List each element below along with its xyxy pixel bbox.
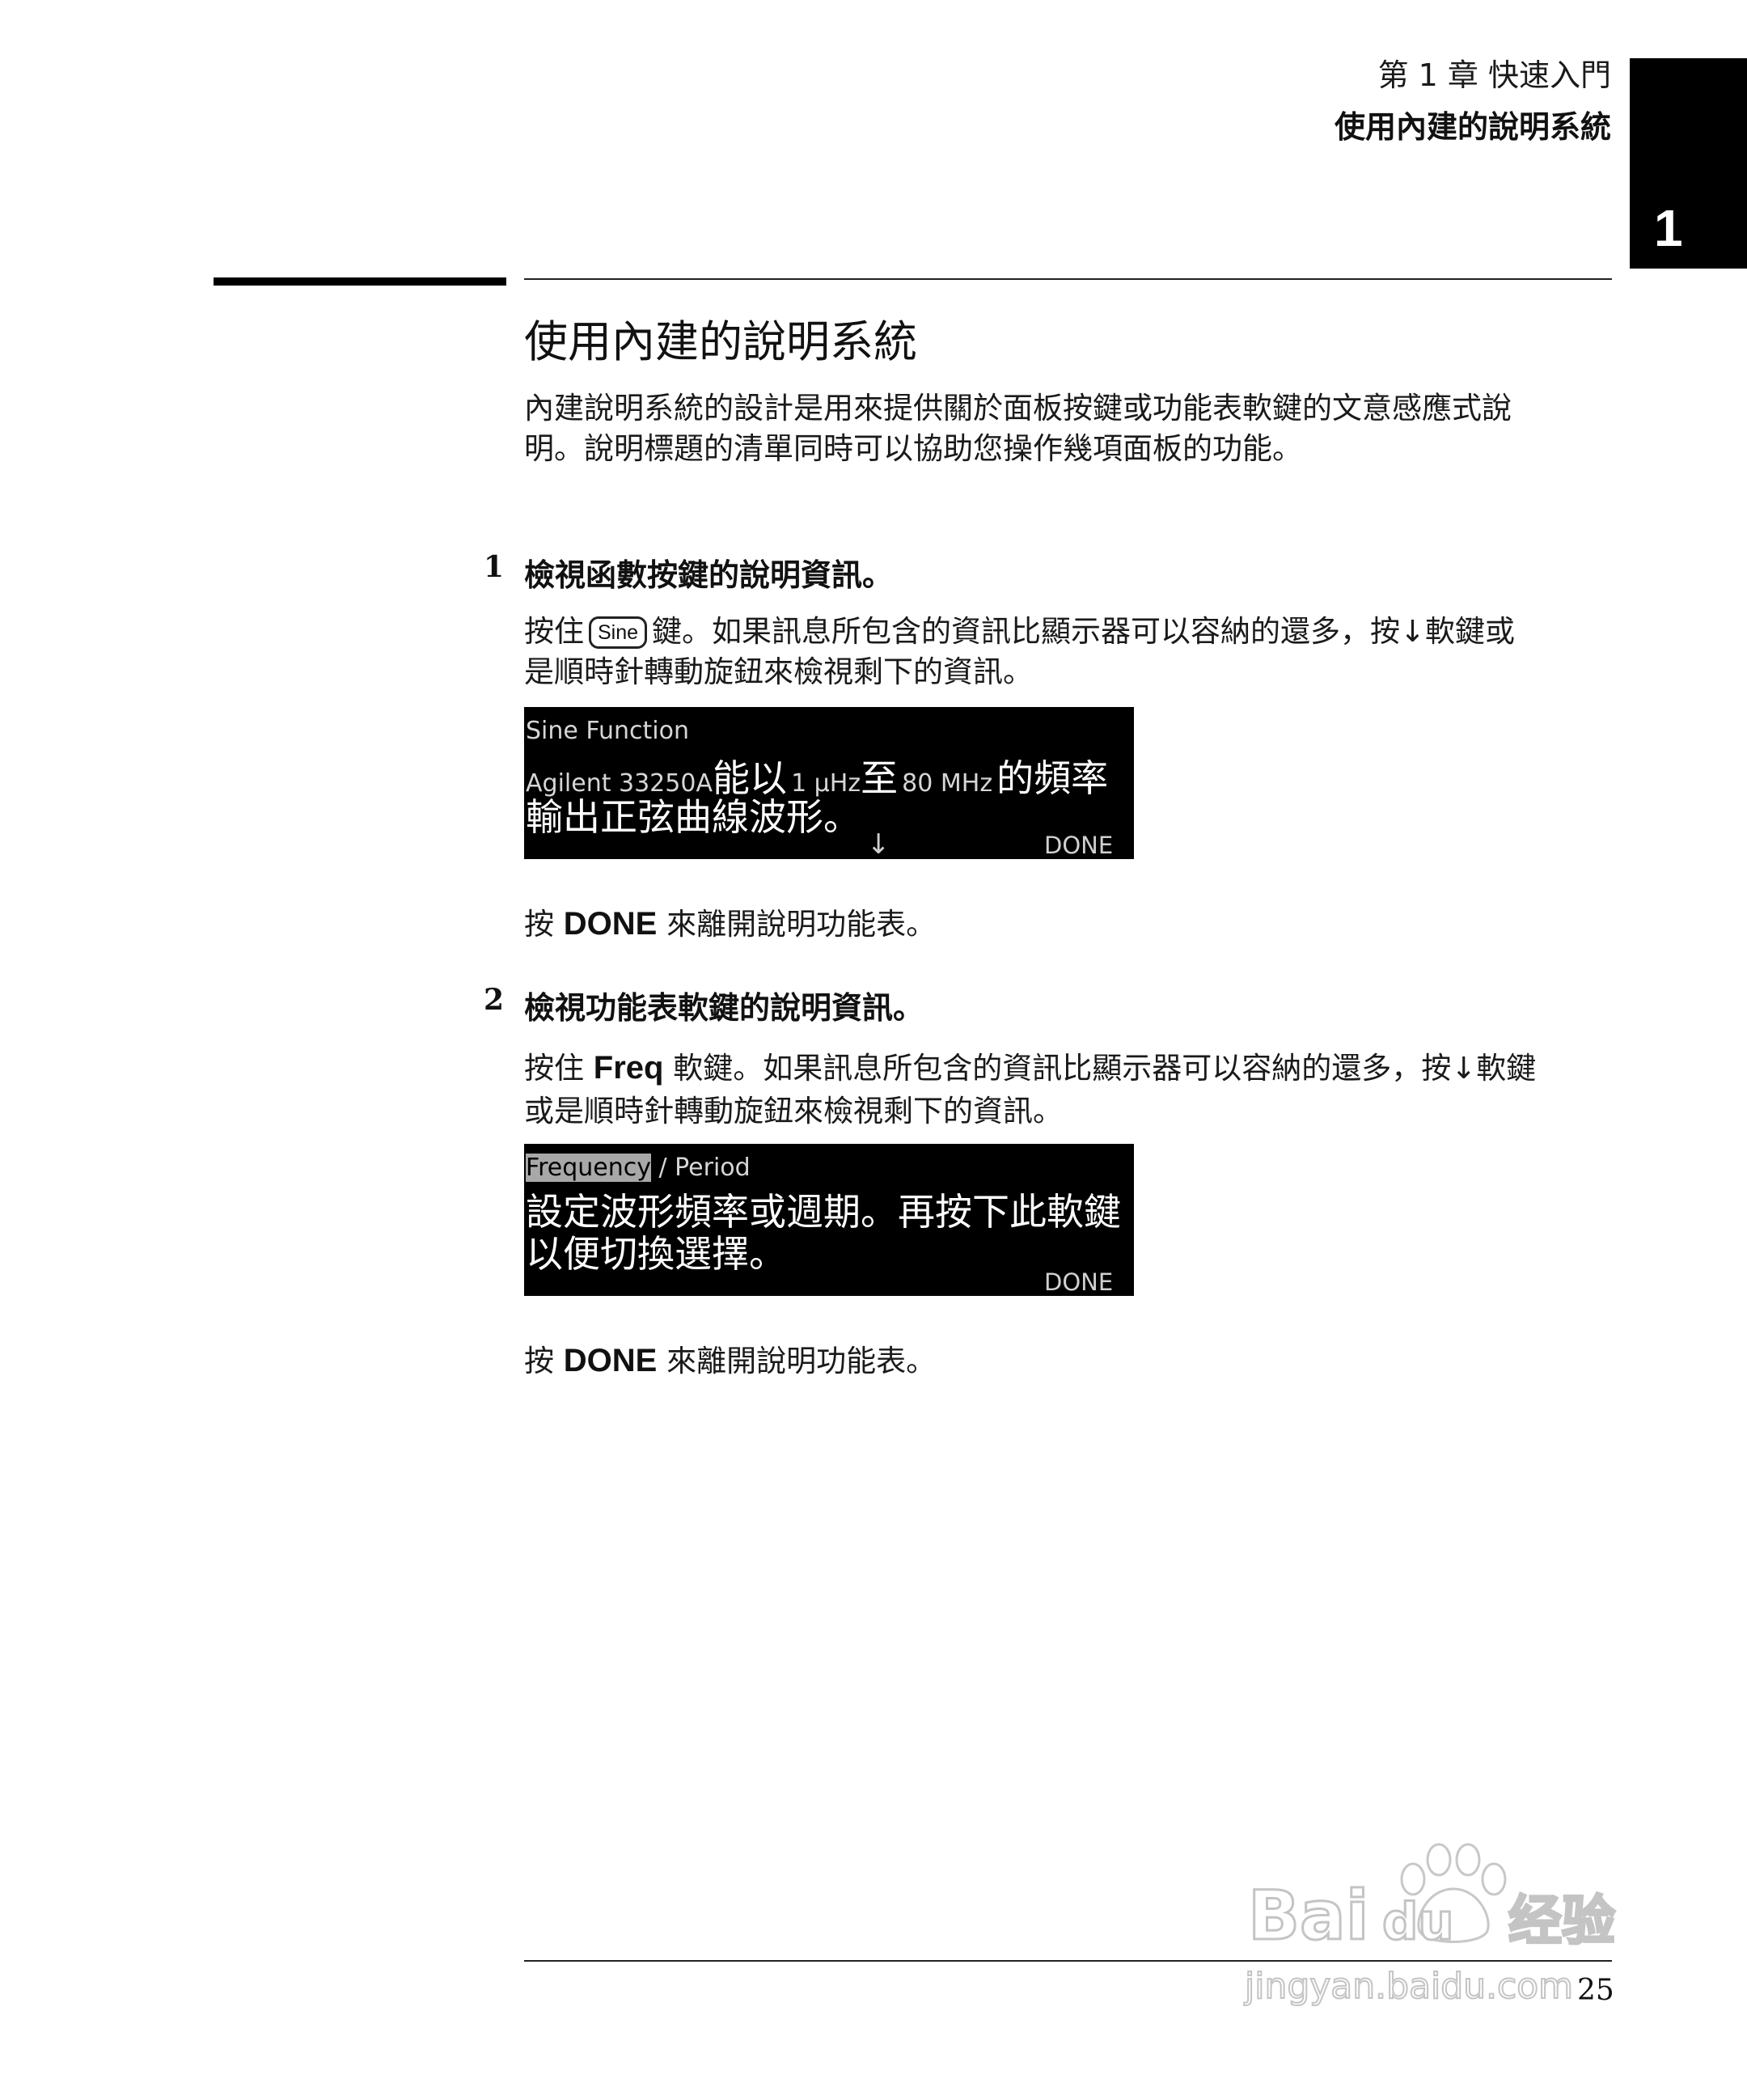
svg-text:du: du — [1382, 1892, 1454, 1951]
step-1-done-note: 按 DONE 來離開說明功能表。 — [524, 900, 936, 943]
step-2-line-1: 按住 Freq 軟鍵。如果訊息所包含的資訊比顯示器可以容納的還多，按↓軟鍵 — [524, 1044, 1536, 1087]
done-key-label: DONE — [563, 1343, 658, 1378]
section-header: 使用內建的說明系統 — [1334, 109, 1611, 145]
lcd-row-2: 以便切換選擇。 — [526, 1232, 786, 1276]
step-1-press-text: 按住 — [524, 614, 584, 649]
step-2-line-2: 或是順時針轉動旋鈕來檢視剩下的資訊。 — [524, 1094, 1063, 1128]
step-1-line-1: 按住 Sine 鍵。如果訊息所包含的資訊比顯示器可以容納的還多，按↓軟鍵或 — [524, 607, 1515, 650]
down-arrow-icon: ↓ — [867, 828, 890, 859]
step-2-press-text: 按住 — [524, 1051, 584, 1086]
lcd-freq-max: 80 MHz — [902, 769, 993, 798]
lcd-header: Frequency / Period — [526, 1154, 751, 1182]
sine-key-icon: Sine — [589, 616, 648, 649]
lcd-text: 至 — [861, 756, 899, 800]
step-1-line-2: 是順時針轉動旋鈕來檢視剩下的資訊。 — [524, 654, 1033, 689]
lcd-text: 的頻率 — [996, 756, 1109, 800]
chapter-tab: 1 — [1630, 58, 1747, 269]
lcd-header: Sine Function — [526, 717, 689, 745]
done-note-rest: 來離開說明功能表。 — [666, 1344, 937, 1378]
step-2-number: 2 — [484, 983, 505, 1017]
page-number: 25 — [1577, 1974, 1614, 2007]
step-1-number: 1 — [484, 550, 505, 584]
intro-line-2: 明。說明標題的清單同時可以協助您操作幾項面板的功能。 — [524, 431, 1302, 466]
step-2-title: 檢視功能表軟鍵的說明資訊。 — [524, 990, 924, 1026]
chapter-label: 第 1 章 快速入門 — [1377, 57, 1611, 93]
step-1-title: 檢視函數按鍵的說明資訊。 — [524, 557, 894, 593]
step-2-line-1-rest: 軟鍵。如果訊息所包含的資訊比顯示器可以容納的還多，按↓軟鍵 — [673, 1051, 1537, 1086]
intro-paragraph: 內建說明系統的設計是用來提供關於面板按鍵或功能表軟鍵的文意感應式說 明。說明標題… — [524, 388, 1512, 469]
lcd-row-2: 輸出正弦曲線波形。 — [526, 795, 861, 839]
svg-text:jingyan.baidu.com: jingyan.baidu.com — [1244, 1966, 1573, 2007]
lcd-done-softkey: DONE — [1044, 1268, 1114, 1296]
lcd-header-rest: / Period — [650, 1154, 751, 1182]
section-rule-thin — [524, 278, 1612, 280]
svg-text:经验: 经验 — [1508, 1890, 1615, 1952]
lcd-header-highlight: Frequency — [526, 1154, 651, 1182]
svg-text:Bai: Bai — [1248, 1876, 1369, 1955]
done-press-text: 按 — [524, 907, 554, 942]
step-2-done-note: 按 DONE 來離開說明功能表。 — [524, 1336, 936, 1380]
done-press-text: 按 — [524, 1344, 554, 1378]
intro-line-1: 內建說明系統的設計是用來提供關於面板按鍵或功能表軟鍵的文意感應式說 — [524, 391, 1512, 426]
section-rule-thick — [214, 277, 506, 286]
lcd-display-sine-help: Sine Function Agilent 33250A能以 1 µHz至 80… — [524, 707, 1134, 859]
lcd-done-softkey: DONE — [1044, 832, 1114, 859]
chapter-tab-number: 1 — [1654, 199, 1683, 257]
done-note-rest: 來離開說明功能表。 — [666, 907, 937, 942]
freq-key-label: Freq — [593, 1050, 664, 1086]
step-1-line-1-rest: 鍵。如果訊息所包含的資訊比顯示器可以容納的還多，按↓軟鍵或 — [652, 614, 1516, 649]
done-key-label: DONE — [563, 906, 658, 942]
footer-rule — [524, 1960, 1612, 1962]
lcd-display-freq-help: Frequency / Period 設定波形頻率或週期。再按下此軟鍵 以便切換… — [524, 1144, 1134, 1296]
page-title: 使用內建的說明系統 — [524, 316, 917, 367]
